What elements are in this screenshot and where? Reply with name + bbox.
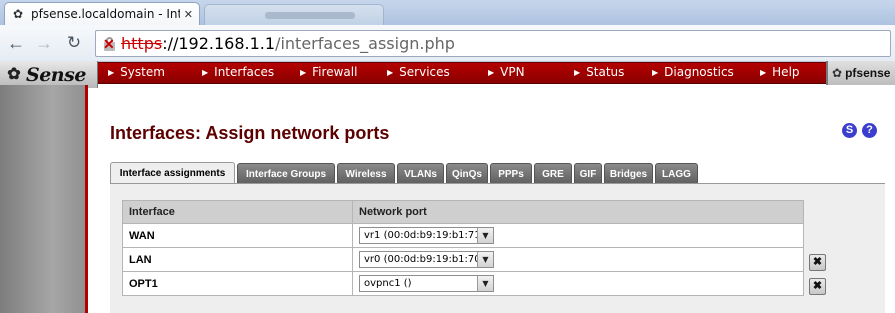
interface-name: LAN [122, 247, 353, 272]
caret-right-icon: ▶ [488, 68, 495, 77]
caret-right-icon: ▶ [652, 68, 659, 77]
network-port-cell: vr0 (00:0d:b9:19:b1:70) ▼ [352, 247, 804, 272]
pfsense-favicon-icon: ✿ [12, 7, 24, 21]
selected-port: ovpnc1 () [364, 278, 412, 289]
table-row: WAN vr1 (00:0d:b9:19:b1:71) ▼ [122, 223, 804, 248]
caret-right-icon: ▶ [202, 68, 209, 77]
network-port-cell: ovpnc1 () ▼ [352, 271, 804, 296]
status-shortcut-icon[interactable]: S [842, 123, 857, 138]
tab-lagg[interactable]: LAGG [655, 163, 698, 184]
menu-system[interactable]: ▶ System [108, 62, 165, 84]
interface-name: OPT1 [122, 271, 353, 296]
pfsense-logo[interactable]: ✿ Sense [0, 61, 98, 88]
hostname-box: ✿ pfsense [826, 61, 895, 85]
tab-interface-assignments[interactable]: Interface assignments [110, 162, 235, 184]
url-text: https://192.168.1.1/interfaces_assign.ph… [121, 34, 455, 53]
caret-right-icon: ▶ [300, 68, 307, 77]
network-port-select[interactable]: ovpnc1 () ▼ [359, 275, 494, 292]
tab-gre[interactable]: GRE [534, 163, 572, 184]
logo-text: Sense [26, 63, 86, 86]
selected-port: vr1 (00:0d:b9:19:b1:71) [364, 230, 485, 241]
page-title: Interfaces: Assign network ports [110, 123, 390, 143]
network-port-select[interactable]: vr0 (00:0d:b9:19:b1:70) ▼ [359, 251, 494, 268]
network-port-select[interactable]: vr1 (00:0d:b9:19:b1:71) ▼ [359, 227, 494, 244]
browser-tab-background[interactable] [204, 4, 384, 25]
tab-qinqs[interactable]: QinQs [446, 163, 488, 184]
table-row: OPT1 ovpnc1 () ▼ [122, 271, 804, 296]
tab-interface-groups[interactable]: Interface Groups [237, 163, 335, 184]
menu-diagnostics[interactable]: ▶ Diagnostics [652, 62, 734, 84]
delete-interface-icon: ✖ [812, 280, 823, 292]
menu-status[interactable]: ▶ Status [574, 62, 624, 84]
delete-interface-lan-button[interactable]: ✖ [809, 254, 826, 271]
chevron-down-icon[interactable]: ▼ [477, 228, 493, 243]
host-icon: ✿ [832, 66, 843, 80]
caret-right-icon: ▶ [574, 68, 581, 77]
caret-right-icon: ▶ [387, 68, 394, 77]
back-arrow-icon[interactable]: ← [5, 32, 27, 54]
browser-tabstrip: ✿ pfsense.localdomain - Inte ✕ [0, 0, 895, 25]
interface-assignment-table: Interface Network port WAN vr1 (00:0d:b9… [122, 200, 804, 296]
tab-wireless[interactable]: Wireless [337, 163, 395, 184]
interface-name: WAN [122, 223, 353, 248]
menu-help[interactable]: ▶ Help [760, 62, 800, 84]
column-header-network-port: Network port [352, 200, 804, 224]
column-header-interface: Interface [122, 200, 353, 224]
reload-icon[interactable]: ↻ [63, 32, 85, 54]
close-tab-icon[interactable]: ✕ [184, 8, 193, 21]
forward-arrow-icon[interactable]: → [33, 32, 55, 54]
table-row: LAN vr0 (00:0d:b9:19:b1:70) ▼ [122, 247, 804, 272]
address-bar[interactable]: ✕ https://192.168.1.1/interfaces_assign.… [95, 30, 891, 57]
chevron-down-icon[interactable]: ▼ [477, 252, 493, 267]
tab-vlans[interactable]: VLANs [397, 163, 444, 184]
menu-services[interactable]: ▶ Services [387, 62, 450, 84]
tab-ppps[interactable]: PPPs [490, 163, 532, 184]
caret-right-icon: ▶ [760, 68, 767, 77]
network-port-cell: vr1 (00:0d:b9:19:b1:71) ▼ [352, 223, 804, 248]
hostname-label: pfsense [845, 66, 891, 80]
help-icon[interactable]: ? [862, 123, 877, 138]
menu-firewall[interactable]: ▶ Firewall [300, 62, 357, 84]
browser-tab-title: pfsense.localdomain - Inte [31, 7, 180, 21]
table-header-row: Interface Network port [122, 200, 804, 224]
tab-gif[interactable]: GIF [574, 163, 602, 184]
caret-right-icon: ▶ [108, 68, 115, 77]
menu-vpn[interactable]: ▶ VPN [488, 62, 525, 84]
pfsense-logo-icon: ✿ [7, 65, 21, 83]
chevron-down-icon[interactable]: ▼ [477, 276, 493, 291]
browser-tab-active[interactable]: ✿ pfsense.localdomain - Inte ✕ [4, 2, 200, 25]
delete-interface-icon: ✖ [812, 256, 823, 268]
menu-interfaces[interactable]: ▶ Interfaces [202, 62, 274, 84]
broken-lock-icon[interactable]: ✕ [102, 36, 118, 52]
left-sidebar [0, 85, 88, 313]
help-icons: S ? [842, 123, 877, 138]
delete-interface-opt1-button[interactable]: ✖ [809, 278, 826, 295]
browser-toolbar: ← → ↻ ✕ https://192.168.1.1/interfaces_a… [0, 25, 895, 62]
selected-port: vr0 (00:0d:b9:19:b1:70) [364, 254, 485, 265]
tab-bridges[interactable]: Bridges [604, 163, 653, 184]
